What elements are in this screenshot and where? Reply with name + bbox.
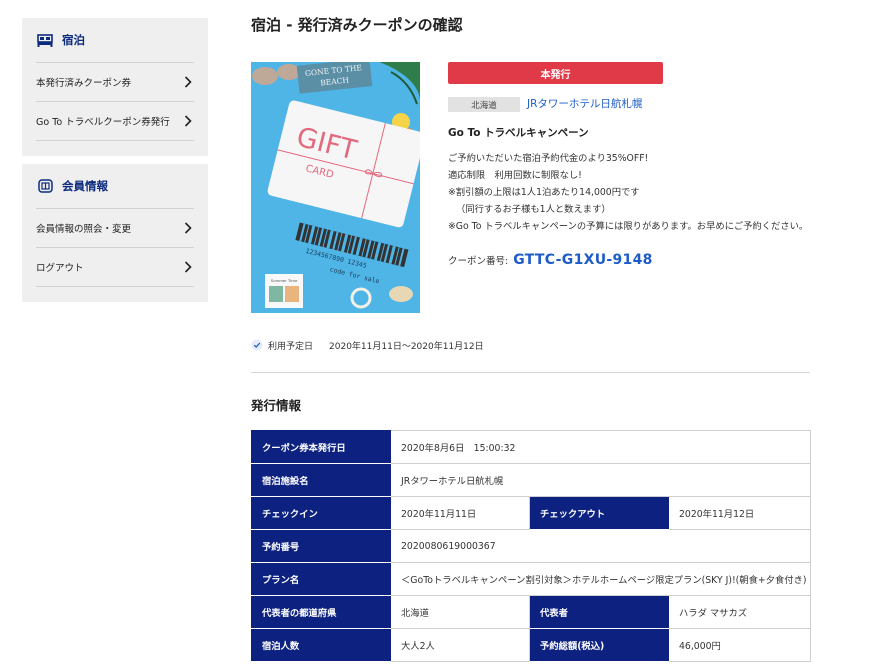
sidebar-item-issued-coupons[interactable]: 本発行済みクーポン券 bbox=[36, 63, 194, 102]
table-row: 宿泊施設名 JRタワーホテル日航札幌 bbox=[251, 463, 812, 497]
table-row: 宿泊人数 大人2人 予約総額(税込) 46,000円 bbox=[251, 628, 812, 662]
coupon-number-label: クーポン番号: bbox=[448, 256, 509, 267]
coupon-number: クーポン番号: GTTC-G1XU-9148 bbox=[448, 252, 653, 268]
sidebar-item-logout[interactable]: ログアウト bbox=[36, 248, 194, 287]
table-row: チェックイン 2020年11月11日 チェックアウト 2020年11月12日 bbox=[251, 496, 812, 530]
row-value: 2020080619000367 bbox=[389, 529, 812, 563]
row-label: 宿泊人数 bbox=[251, 628, 391, 662]
bed-icon bbox=[37, 33, 53, 47]
postcard-text: Summer Time bbox=[271, 278, 298, 283]
description-line: ご予約いただいた宿泊予約代金のより35%OFF! bbox=[448, 153, 649, 164]
member-card-icon bbox=[37, 179, 53, 193]
table-row: プラン名 ＜GoToトラベルキャンペーン割引対象＞ホテルホームページ限定プラン(… bbox=[251, 562, 812, 596]
description-line: （同行するお子様も1人と数えます） bbox=[456, 204, 611, 215]
description-line: ※Go To トラベルキャンペーンの予算には限りがあります。お早めにご予約くださ… bbox=[448, 221, 809, 232]
row-label: チェックイン bbox=[251, 496, 391, 530]
sidebar-member-box: 会員情報 会員情報の照会・変更 ログアウト bbox=[22, 164, 208, 302]
sidebar-item-label: ログアウト bbox=[36, 263, 84, 274]
row-label: 代表者の都道府県 bbox=[251, 595, 391, 629]
chevron-right-icon bbox=[182, 260, 194, 274]
check-circle-icon bbox=[251, 339, 263, 351]
table-row: クーポン券本発行日 2020年8月6日 15:00:32 bbox=[251, 430, 812, 464]
chevron-right-icon bbox=[182, 114, 194, 128]
row-label: 宿泊施設名 bbox=[251, 463, 391, 497]
description-line: 適応制限 利用回数に制限なし! bbox=[448, 170, 582, 181]
row-label: プラン名 bbox=[251, 562, 391, 596]
issue-info-title: 発行情報 bbox=[251, 398, 302, 413]
gift-card-image: GONE TO THE BEACH GIFT CARD 1234567890 1… bbox=[251, 62, 420, 313]
usage-date-value: 2020年11月11日～2020年11月12日 bbox=[329, 341, 484, 352]
row-label: チェックアウト bbox=[529, 496, 669, 530]
row-value: 北海道 bbox=[390, 595, 530, 629]
sidebar-lodging-title: 宿泊 bbox=[62, 33, 85, 47]
coupon-number-value[interactable]: GTTC-G1XU-9148 bbox=[513, 252, 652, 268]
row-value: JRタワーホテル日航札幌 bbox=[389, 463, 812, 497]
sidebar-item-member-info[interactable]: 会員情報の照会・変更 bbox=[36, 209, 194, 248]
sidebar-item-goto-coupon-issue[interactable]: Go To トラベルクーポン券発行 bbox=[36, 102, 194, 141]
row-value: 2020年11月12日 bbox=[667, 496, 812, 530]
chevron-right-icon bbox=[182, 75, 194, 89]
coupon-description: ご予約いただいた宿泊予約代金のより35%OFF! 適応制限 利用回数に制限なし!… bbox=[448, 150, 868, 235]
page-title: 宿泊 - 発行済みクーポンの確認 bbox=[251, 16, 463, 34]
row-value: 46,000円 bbox=[667, 628, 812, 662]
table-row: 予約番号 2020080619000367 bbox=[251, 529, 812, 563]
sidebar-member-header: 会員情報 bbox=[36, 164, 194, 209]
campaign-title: Go To トラベルキャンペーン bbox=[448, 127, 589, 139]
usage-date: 利用予定日 2020年11月11日～2020年11月12日 bbox=[251, 338, 484, 352]
row-value: ＜GoToトラベルキャンペーン割引対象＞ホテルホームページ限定プラン(SKY J… bbox=[389, 562, 812, 596]
usage-date-label: 利用予定日 bbox=[268, 341, 314, 352]
chevron-right-icon bbox=[182, 221, 194, 235]
row-value: 2020年8月6日 15:00:32 bbox=[389, 430, 812, 464]
sidebar-member-title: 会員情報 bbox=[62, 179, 108, 193]
row-label: 予約総額(税込) bbox=[529, 628, 669, 662]
row-value: 大人2人 bbox=[390, 628, 530, 662]
row-value: ハラダ マサカズ bbox=[667, 595, 812, 629]
table-row: 代表者の都道府県 北海道 代表者 ハラダ マサカズ bbox=[251, 595, 812, 629]
postcard: Summer Time bbox=[265, 274, 303, 308]
sidebar-lodging-box: 宿泊 本発行済みクーポン券 Go To トラベルクーポン券発行 bbox=[22, 18, 208, 156]
sidebar-lodging-header: 宿泊 bbox=[36, 18, 194, 63]
row-value: 2020年11月11日 bbox=[390, 496, 530, 530]
description-line: ※割引額の上限は1人1泊あたり14,000円です bbox=[448, 187, 640, 198]
hotel-name-link[interactable]: JRタワーホテル日航札幌 bbox=[527, 97, 642, 112]
sidebar-item-label: 会員情報の照会・変更 bbox=[36, 224, 132, 235]
sidebar-item-label: 本発行済みクーポン券 bbox=[36, 78, 132, 89]
issue-button[interactable]: 本発行 bbox=[448, 62, 663, 84]
row-label: クーポン券本発行日 bbox=[251, 430, 391, 464]
row-label: 予約番号 bbox=[251, 529, 391, 563]
issue-info-table: クーポン券本発行日 2020年8月6日 15:00:32 宿泊施設名 JRタワー… bbox=[251, 430, 812, 662]
section-divider bbox=[251, 372, 810, 373]
row-label: 代表者 bbox=[529, 595, 669, 629]
prefecture-badge: 北海道 bbox=[448, 97, 520, 112]
sidebar-item-label: Go To トラベルクーポン券発行 bbox=[36, 117, 170, 128]
